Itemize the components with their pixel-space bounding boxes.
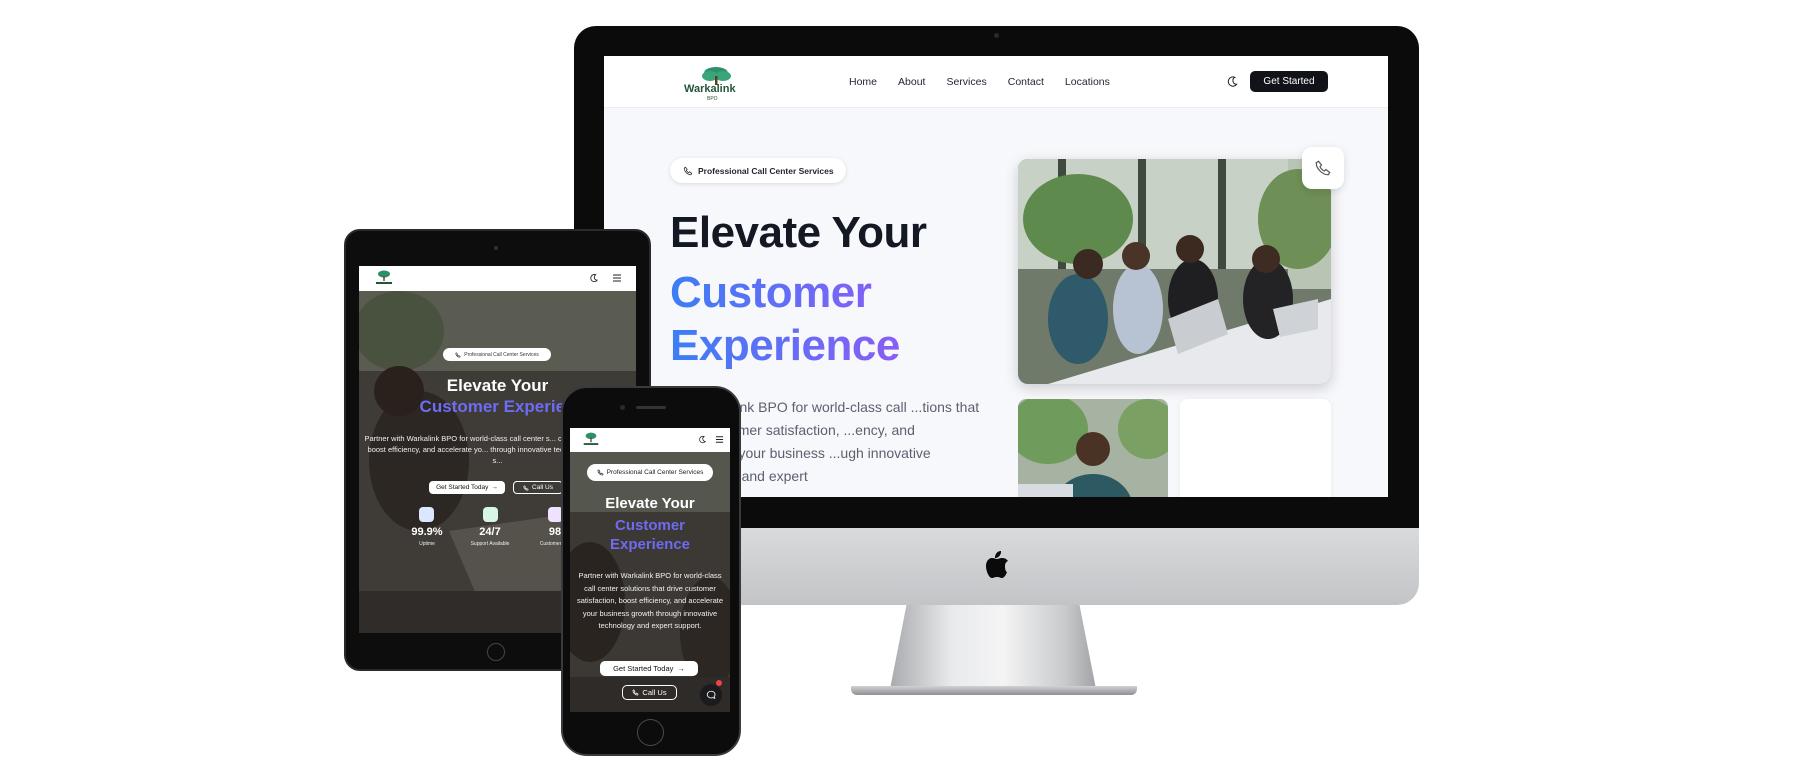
phone-call-us-button[interactable]: Call Us <box>622 685 677 700</box>
phone-hero-title-highlight: Customer Experience <box>570 516 730 554</box>
phone-camera <box>620 405 625 410</box>
phone-icon <box>683 166 693 175</box>
desktop-navbar: Warkalink BPO Home About Services Contac… <box>604 56 1388 108</box>
users-icon <box>419 507 434 522</box>
moon-icon[interactable] <box>1226 75 1239 88</box>
tablet-call-us-button[interactable]: Call Us <box>513 481 563 494</box>
phone-home-button[interactable] <box>637 719 664 746</box>
phone-icon <box>597 469 604 476</box>
desktop-logo-name: Warkalink <box>684 83 736 95</box>
phone-navbar <box>570 428 730 452</box>
moon-icon[interactable] <box>589 273 599 283</box>
imac-camera <box>994 33 999 38</box>
nav-link-about[interactable]: About <box>898 76 925 88</box>
arrow-right-icon: → <box>677 664 685 673</box>
apple-logo-icon <box>986 551 1008 578</box>
stat-uptime-label: Uptime <box>419 541 435 547</box>
headset-icon <box>483 507 498 522</box>
phone-hero-title-line1: Elevate Your <box>605 495 695 512</box>
imac-base <box>851 686 1137 695</box>
info-card <box>1180 399 1331 497</box>
service-badge: Professional Call Center Services <box>670 158 846 183</box>
chat-bubble-icon <box>706 690 716 700</box>
nav-link-contact[interactable]: Contact <box>1008 76 1044 88</box>
menu-icon[interactable] <box>715 435 724 444</box>
chat-button[interactable] <box>700 684 722 706</box>
hero-title-highlight: Customer Experience <box>670 266 900 372</box>
get-started-button[interactable]: Get Started <box>1250 71 1328 92</box>
phone-hero-paragraph: Partner with Warkalink BPO for world-cla… <box>576 571 724 630</box>
phone-get-started-label: Get Started Today <box>613 664 674 673</box>
stat-support-label: Support Available <box>470 541 510 547</box>
tablet-get-started-button[interactable]: Get Started Today → <box>429 481 505 494</box>
phone-icon <box>455 351 461 358</box>
desktop-nav-links: Home About Services Contact Locations <box>849 76 1131 88</box>
tree-logo-icon[interactable] <box>373 269 395 287</box>
service-badge-label: Professional Call Center Services <box>698 165 834 176</box>
nav-link-services[interactable]: Services <box>946 76 986 88</box>
stat-support-value: 24/7 <box>479 526 501 538</box>
nav-link-home[interactable]: Home <box>849 76 877 88</box>
tablet-call-us-label: Call Us <box>532 484 553 491</box>
phone-speaker <box>636 406 666 409</box>
moon-icon[interactable] <box>698 435 707 444</box>
phone-badge-label: Professional Call Center Services <box>606 469 704 476</box>
arrow-right-icon: → <box>491 484 498 491</box>
hero-title-line2: Customer <box>670 268 872 317</box>
tablet-badge-label: Professional Call Center Services <box>464 351 539 358</box>
tablet-camera <box>494 246 498 250</box>
phone-service-badge: Professional Call Center Services <box>587 464 713 481</box>
phone-icon <box>1315 160 1331 176</box>
phone-hero-title-line3: Experience <box>609 536 691 553</box>
stat-uptime-value: 99.9% <box>411 526 443 538</box>
nav-link-locations[interactable]: Locations <box>1065 76 1110 88</box>
team-meeting-photo <box>1018 159 1331 384</box>
notification-dot <box>716 680 722 686</box>
tree-logo-icon[interactable] <box>581 431 601 448</box>
phone-icon <box>632 689 640 696</box>
phone-call-us-label: Call Us <box>642 688 667 697</box>
agent-portrait-photo <box>1018 399 1168 497</box>
phone-screen: Professional Call Center Services Elevat… <box>570 428 730 712</box>
tablet-navbar <box>359 266 636 291</box>
phone-get-started-button[interactable]: Get Started Today → <box>600 661 698 676</box>
tablet-service-badge: Professional Call Center Services <box>443 348 551 361</box>
tablet-get-started-label: Get Started Today <box>436 484 489 491</box>
phone-icon <box>523 484 529 491</box>
hero-title-line1: Elevate Your <box>670 208 927 257</box>
imac-stand <box>890 605 1096 689</box>
phone-card[interactable] <box>1302 147 1344 189</box>
hero-title-line3: Experience <box>670 321 900 370</box>
desktop-logo-sub: BPO <box>707 96 718 102</box>
phone-hero-title-line2: Customer <box>614 517 685 534</box>
menu-icon[interactable] <box>612 273 622 283</box>
tablet-home-button[interactable] <box>487 643 505 661</box>
